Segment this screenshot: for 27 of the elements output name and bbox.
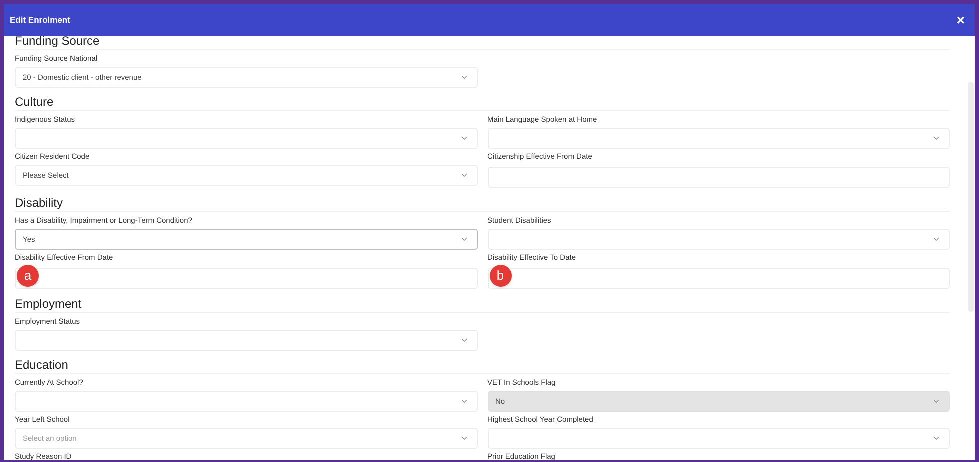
section-heading: Disability bbox=[15, 196, 950, 212]
chevron-icon bbox=[932, 397, 941, 406]
input-field[interactable] bbox=[488, 268, 950, 288]
select-field[interactable] bbox=[15, 330, 478, 351]
select-field[interactable] bbox=[15, 128, 478, 149]
chevron-icon bbox=[460, 336, 468, 345]
dialog-title: Edit Enrolment bbox=[10, 14, 70, 26]
section-heading: Funding Source bbox=[15, 36, 950, 50]
scrollbar[interactable] bbox=[968, 82, 974, 312]
chevron-icon bbox=[932, 434, 941, 443]
chevron-icon bbox=[460, 171, 468, 180]
select-field[interactable] bbox=[15, 391, 478, 412]
chevron-icon bbox=[460, 73, 468, 82]
chevron-icon bbox=[460, 434, 468, 443]
close-button[interactable]: × bbox=[956, 13, 969, 27]
chevron-icon bbox=[932, 134, 941, 143]
select-field[interactable] bbox=[488, 229, 950, 250]
select-field[interactable] bbox=[488, 128, 950, 149]
chevron-icon bbox=[932, 235, 941, 244]
chevron-icon bbox=[460, 397, 468, 406]
section-heading: Culture bbox=[15, 95, 950, 111]
chevron-icon bbox=[460, 235, 468, 244]
chevron-icon bbox=[460, 134, 468, 143]
section-heading: Employment bbox=[15, 297, 950, 313]
section-heading: Education bbox=[15, 358, 950, 374]
select-field[interactable] bbox=[488, 428, 950, 449]
input-field[interactable] bbox=[15, 268, 478, 288]
